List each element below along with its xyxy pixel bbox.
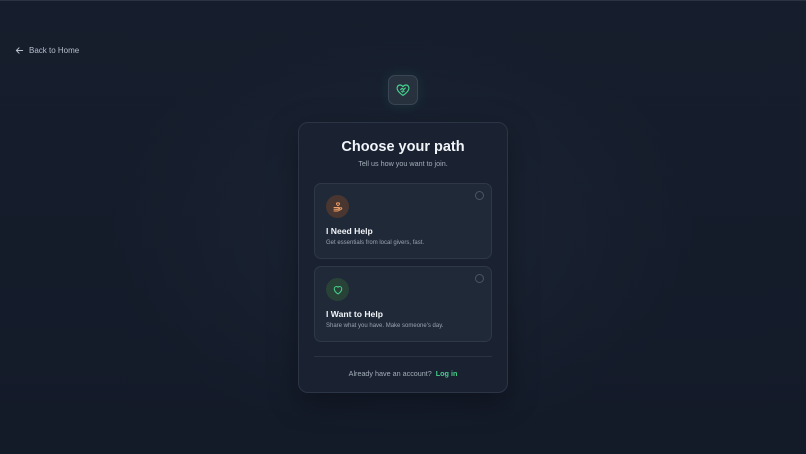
app-logo [388, 75, 418, 105]
card-divider [314, 356, 492, 357]
option-need-help-icon-badge [326, 195, 349, 218]
option-want-to-help-icon-badge [326, 278, 349, 301]
back-to-home-label: Back to Home [29, 46, 80, 55]
arrow-left-icon [15, 47, 24, 54]
option-need-help-radio[interactable] [475, 191, 484, 200]
option-need-help[interactable]: I Need Help Get essentials from local gi… [314, 183, 492, 259]
page-subtitle: Tell us how you want to join. [358, 159, 448, 168]
page-title: Choose your path [341, 139, 465, 155]
option-need-help-description: Get essentials from local givers, fast. [326, 240, 425, 246]
option-need-help-title: I Need Help [326, 226, 373, 236]
option-want-to-help-radio[interactable] [475, 274, 484, 283]
option-want-to-help-title: I Want to Help [326, 309, 383, 319]
choose-path-card: Choose your path Tell us how you want to… [298, 122, 508, 393]
back-to-home-link[interactable]: Back to Home [15, 44, 79, 57]
option-want-to-help[interactable]: I Want to Help Share what you have. Make… [314, 266, 492, 342]
login-prompt-text: Already have an account? [348, 369, 432, 378]
login-prompt: Already have an account? Log in [299, 369, 507, 378]
handshake-heart-icon [396, 84, 410, 96]
hand-heart-icon [333, 201, 342, 211]
top-border [0, 0, 806, 1]
option-want-to-help-description: Share what you have. Make someone's day. [326, 323, 444, 329]
login-link[interactable]: Log in [436, 369, 458, 378]
heart-icon [333, 285, 342, 294]
